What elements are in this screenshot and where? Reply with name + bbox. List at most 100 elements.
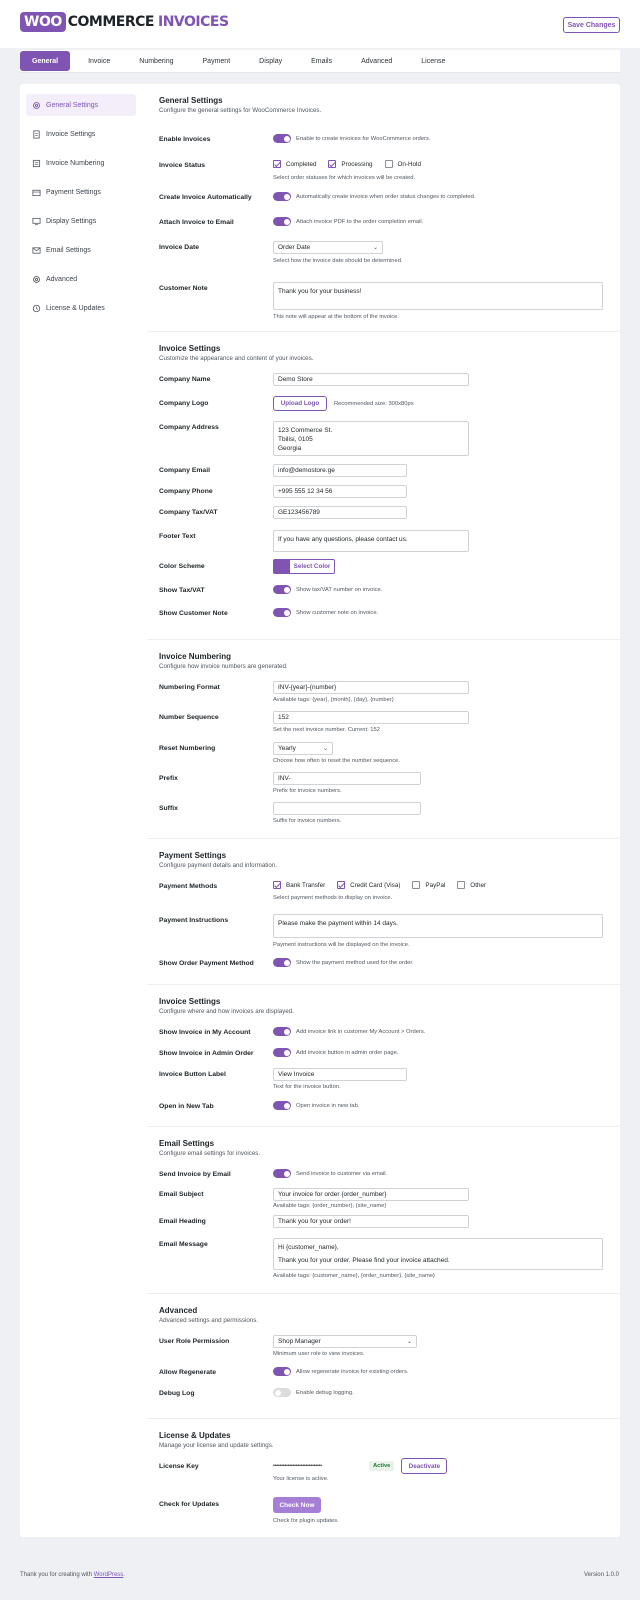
company-tax-field: GE123456789 [273, 506, 407, 519]
address-line: Georgia [278, 445, 302, 452]
company-address-textarea[interactable]: 123 Commerce St. Tbilisi, 0105 Georgia [273, 421, 469, 456]
customer-note-field: Thank you for your business! This note w… [273, 282, 603, 320]
section-description: Customize the appearance and content of … [159, 355, 314, 362]
footer-credit: Thank you for creating with WordPress. [20, 1572, 125, 1578]
sidebar-item-numbering[interactable]: Invoice Numbering [26, 152, 136, 174]
allow-regenerate-toggle[interactable] [273, 1367, 291, 1376]
show-payment-method-toggle[interactable] [273, 958, 291, 967]
wallet-icon [32, 189, 41, 196]
sidebar-item-invoice[interactable]: Invoice Settings [26, 123, 136, 145]
method-bank-transfer-checkbox[interactable]: Bank Transfer [273, 881, 325, 889]
sidebar-item-label: General Settings [46, 101, 99, 109]
email-heading-input[interactable]: Thank you for your order! [273, 1215, 469, 1228]
role-help: Minimum user role to view invoices. [273, 1351, 365, 1357]
sidebar-item-email[interactable]: Email Settings [26, 239, 136, 261]
status-processing-checkbox[interactable]: Processing [328, 160, 373, 168]
user-role-select[interactable]: Shop Manager ⌄ [273, 1335, 417, 1348]
sidebar-item-license[interactable]: License & Updates [26, 297, 136, 319]
show-tax-toggle[interactable] [273, 585, 291, 594]
enable-invoices-toggle[interactable] [273, 134, 291, 143]
company-name-input[interactable]: Demo Store [273, 373, 469, 386]
status-onhold-checkbox[interactable]: On-Hold [384, 160, 421, 168]
debug-log-toggle[interactable] [273, 1388, 291, 1397]
address-line: Tbilisi, 0105 [278, 436, 313, 443]
checkbox-box [412, 881, 421, 889]
general-settings-section: General Settings Configure the general s… [147, 84, 620, 332]
input-value: GE123456789 [278, 509, 320, 516]
save-changes-button[interactable]: Save Changes [563, 17, 620, 33]
checkbox-label: Other [470, 881, 487, 889]
invoice-button-label-input[interactable]: View Invoice [273, 1068, 407, 1081]
invoice-date-label: Invoice Date [159, 244, 200, 251]
toggle-text: Add invoice button in admin order page. [296, 1049, 399, 1056]
show-customer-note-field: Show customer note on invoice. [273, 608, 378, 617]
sidebar-item-display[interactable]: Display Settings [26, 210, 136, 232]
check-now-button[interactable]: Check Now [273, 1497, 321, 1513]
show-my-account-toggle[interactable] [273, 1027, 291, 1036]
tab-license[interactable]: License [410, 51, 456, 71]
reset-numbering-field: Yearly ⌄ Choose how often to reset the nu… [273, 742, 400, 764]
tab-numbering[interactable]: Numbering [128, 51, 184, 71]
reset-numbering-select[interactable]: Yearly ⌄ [273, 742, 333, 755]
company-tax-label: Company Tax/VAT [159, 509, 218, 516]
footer-text-textarea[interactable]: If you have any questions, please contac… [273, 530, 469, 552]
create-automatically-toggle[interactable] [273, 192, 291, 201]
company-email-input[interactable]: info@demostore.ge [273, 464, 407, 477]
input-value: INV- [278, 775, 291, 782]
company-tax-input[interactable]: GE123456789 [273, 506, 407, 519]
payment-settings-section: Payment Settings Configure payment detai… [147, 839, 620, 985]
method-paypal-checkbox[interactable]: PayPal [412, 881, 445, 889]
tab-emails[interactable]: Emails [300, 51, 343, 71]
sidebar-item-general[interactable]: General Settings [26, 94, 136, 116]
deactivate-button[interactable]: Deactivate [401, 1458, 448, 1474]
monitor-icon [32, 217, 41, 225]
tab-payment[interactable]: Payment [192, 51, 242, 71]
invoice-numbering-section: Invoice Numbering Configure how invoice … [147, 640, 620, 839]
address-line: 123 Commerce St. [278, 427, 333, 434]
customer-note-textarea[interactable]: Thank you for your business! [273, 282, 603, 310]
status-completed-checkbox[interactable]: Completed [273, 160, 316, 168]
tab-advanced[interactable]: Advanced [350, 51, 403, 71]
send-by-email-label: Send Invoice by Email [159, 1171, 231, 1178]
enable-invoices-label: Enable Invoices [159, 136, 211, 143]
company-logo-label: Company Logo [159, 400, 209, 407]
email-message-textarea[interactable]: Hi {customer_name}, Thank you for your o… [273, 1238, 603, 1270]
tab-display[interactable]: Display [248, 51, 293, 71]
upload-logo-button[interactable]: Upload Logo [273, 396, 327, 411]
payment-instructions-textarea[interactable]: Please make the payment within 14 days. [273, 914, 603, 938]
prefix-input[interactable]: INV- [273, 772, 421, 785]
tab-general[interactable]: General [20, 51, 71, 71]
checkbox-label: Credit Card (Visa) [350, 881, 401, 889]
email-subject-input[interactable]: Your invoice for order {order_number} [273, 1188, 469, 1201]
company-name-field: Demo Store [273, 373, 469, 386]
sidebar-item-label: Advanced [46, 275, 78, 283]
payment-instructions-label: Payment Instructions [159, 917, 229, 924]
sidebar-item-advanced[interactable]: Advanced [26, 268, 136, 290]
wordpress-link[interactable]: WordPress [94, 1572, 124, 1578]
email-message-field: Hi {customer_name}, Thank you for your o… [273, 1238, 603, 1279]
toggle-text: Automatically create invoice when order … [296, 193, 476, 200]
suffix-input[interactable] [273, 802, 421, 815]
number-sequence-input[interactable]: 152 [273, 711, 469, 724]
attach-email-toggle[interactable] [273, 217, 291, 226]
open-new-tab-toggle[interactable] [273, 1101, 291, 1110]
show-admin-order-toggle[interactable] [273, 1048, 291, 1057]
sidebar-item-payment[interactable]: Payment Settings [26, 181, 136, 203]
method-credit-card-checkbox[interactable]: Credit Card (Visa) [337, 881, 400, 889]
tab-invoice[interactable]: Invoice [77, 51, 121, 71]
numbering-format-field: INV-{year}-{number} Available tags: {yea… [273, 681, 469, 703]
invoice-date-select[interactable]: Order Date ⌄ [273, 241, 383, 254]
select-color-button[interactable]: Select Color [289, 559, 335, 574]
color-swatch[interactable] [273, 559, 289, 574]
section-description: Advanced settings and permissions. [159, 1317, 259, 1324]
numbering-format-input[interactable]: INV-{year}-{number} [273, 681, 469, 694]
send-by-email-toggle[interactable] [273, 1169, 291, 1178]
footer-period: . [123, 1572, 125, 1578]
license-key-input[interactable]: •••••••••••••••••••••••••••••• [273, 1459, 365, 1473]
show-customer-note-toggle[interactable] [273, 608, 291, 617]
chevron-down-icon: ⌄ [406, 1339, 412, 1345]
logo-woo: WOO [20, 12, 66, 32]
method-other-checkbox[interactable]: Other [457, 881, 486, 889]
company-phone-input[interactable]: +995 555 12 34 56 [273, 485, 407, 498]
color-scheme-field: Select Color [273, 559, 335, 574]
